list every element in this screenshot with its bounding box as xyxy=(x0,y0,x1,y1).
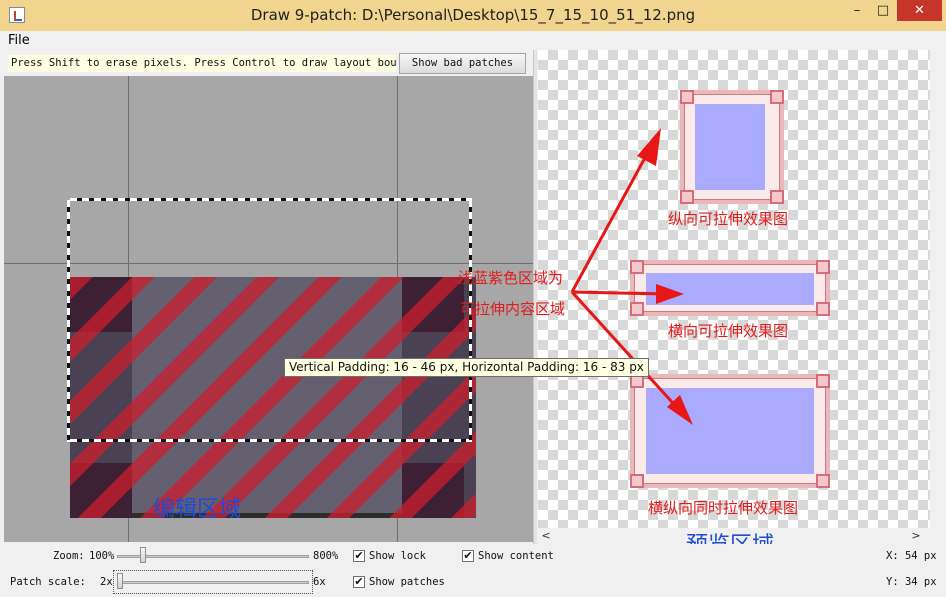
patch-scale-min-label: 2x xyxy=(100,576,113,588)
frame-corner-ornament xyxy=(816,260,830,274)
edit-region-label: 编辑区域 xyxy=(153,497,242,522)
scroll-left-arrow[interactable]: < xyxy=(538,528,554,544)
split-divider[interactable] xyxy=(533,50,537,544)
patch-scale-max-label: 6x xyxy=(313,576,326,588)
patch-scale-slider-thumb[interactable] xyxy=(117,573,123,589)
frame-corner-ornament xyxy=(816,302,830,316)
padding-tooltip: Vertical Padding: 16 - 46 px, Horizontal… xyxy=(284,358,649,377)
show-lock-label: Show lock xyxy=(369,550,426,562)
zoom-slider-thumb[interactable] xyxy=(140,547,147,563)
stretch-stripes xyxy=(70,277,476,518)
preview-both-label: 横纵向同时拉伸效果图 xyxy=(648,499,799,517)
menu-bar xyxy=(0,31,946,50)
patch-marker-top xyxy=(70,198,472,201)
guide-line-horizontal xyxy=(4,263,534,264)
show-patches-label: Show patches xyxy=(369,576,445,588)
frame-corner-ornament xyxy=(770,90,784,104)
preview-horizontal-content xyxy=(646,273,814,305)
show-bad-patches-button[interactable]: Show bad patches xyxy=(399,53,526,74)
frame-corner-ornament xyxy=(680,190,694,204)
preview-horizontal-label: 横向可拉伸效果图 xyxy=(668,322,789,340)
patch-scale-slider-track[interactable] xyxy=(117,581,309,584)
frame-corner-ornament xyxy=(630,260,644,274)
annotation-line1: 浅蓝紫色区域为 xyxy=(458,269,564,287)
frame-corner-ornament xyxy=(680,90,694,104)
patch-marker-bottom xyxy=(70,439,472,442)
window-title: Draw 9-patch: D:\Personal\Desktop\15_7_1… xyxy=(250,6,696,24)
show-content-checkbox[interactable]: ✔ xyxy=(462,550,474,562)
preview-both-content xyxy=(646,388,814,474)
minimize-button[interactable]: – xyxy=(844,0,870,21)
zoom-max-label: 800% xyxy=(313,550,339,562)
preview-both-frame xyxy=(630,374,830,488)
preview-horizontal-frame xyxy=(630,260,830,316)
editor-canvas[interactable]: 编辑区域 xyxy=(4,76,534,542)
frame-corner-ornament xyxy=(770,190,784,204)
y-coordinate-readout: Y: 34 px xyxy=(886,576,937,588)
frame-corner-ornament xyxy=(816,374,830,388)
close-button[interactable]: ✕ xyxy=(897,0,942,21)
menu-file[interactable]: File xyxy=(8,31,30,50)
zoom-min-label: 100% xyxy=(89,550,115,562)
zoom-label: Zoom: xyxy=(53,550,85,562)
hint-text: Press Shift to erase pixels. Press Contr… xyxy=(8,55,396,72)
show-content-label: Show content xyxy=(478,550,554,562)
scroll-right-arrow[interactable]: > xyxy=(908,528,924,544)
x-coordinate-readout: X: 54 px xyxy=(886,550,937,562)
patch-marker-right xyxy=(469,200,472,442)
show-patches-checkbox[interactable]: ✔ xyxy=(353,576,365,588)
show-lock-checkbox[interactable]: ✔ xyxy=(353,550,365,562)
preview-pane: 纵向可拉伸效果图 横向可拉伸效果图 横纵向同时拉伸效果图 xyxy=(538,50,930,528)
frame-corner-ornament xyxy=(630,474,644,488)
frame-corner-ornament xyxy=(816,474,830,488)
frame-corner-ornament xyxy=(630,302,644,316)
patch-scale-label: Patch scale: xyxy=(10,576,86,588)
preview-vertical-content xyxy=(695,104,765,190)
nine-patch-image[interactable] xyxy=(70,277,476,518)
maximize-button[interactable]: □ xyxy=(870,0,896,21)
preview-vertical-label: 纵向可拉伸效果图 xyxy=(668,210,789,228)
patch-marker-left xyxy=(67,200,70,442)
annotation-line2: 可拉伸内容区域 xyxy=(460,300,566,318)
preview-vertical-frame xyxy=(680,90,784,204)
preview-vertical-scrollbar[interactable] xyxy=(930,50,946,528)
